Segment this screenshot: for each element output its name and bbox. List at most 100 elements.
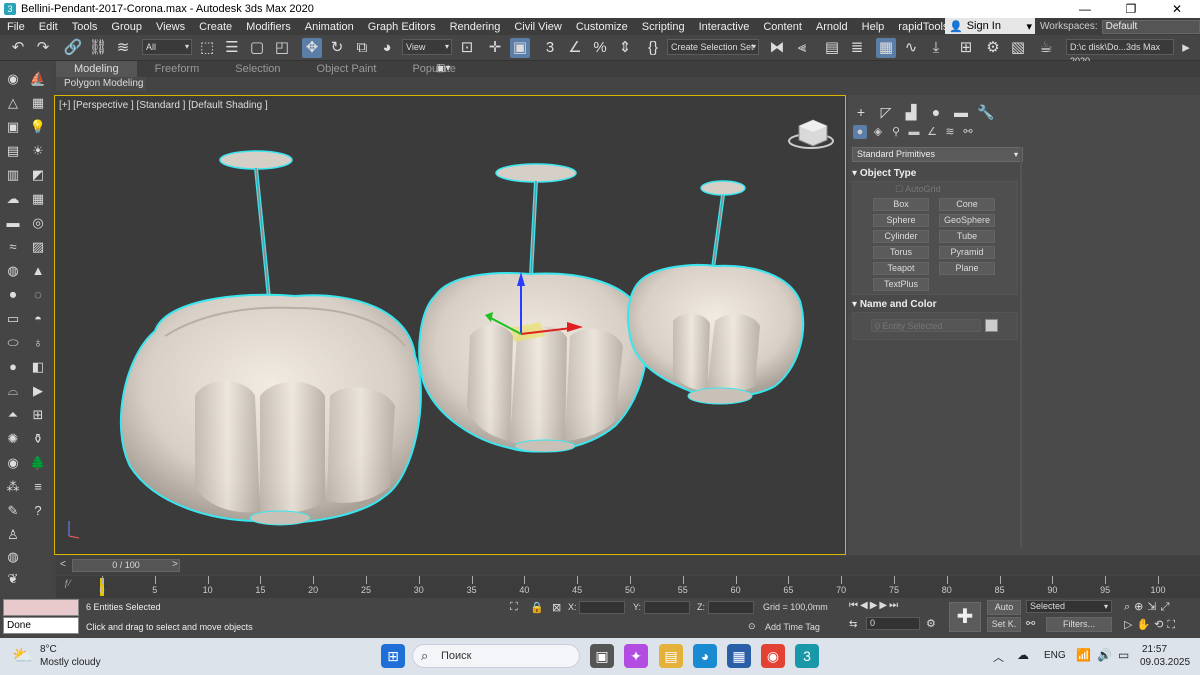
project-folder-icon[interactable]: ▸ — [1176, 38, 1196, 58]
bind-space-warp-icon[interactable]: ≋ — [113, 38, 133, 58]
workspaces-dropdown[interactable]: Default — [1101, 19, 1200, 34]
menu-edit[interactable]: Edit — [32, 21, 65, 33]
create-tube-button[interactable]: Tube — [939, 230, 995, 243]
world-icon[interactable]: ◍ — [3, 547, 23, 567]
language-indicator[interactable]: ENG — [1044, 650, 1066, 661]
search-box[interactable]: ⌕ Поиск — [412, 644, 580, 668]
menu-create[interactable]: Create — [192, 21, 239, 33]
stack-icon[interactable]: ▤ — [3, 141, 23, 161]
viewport-navigation-controls-2[interactable]: ▷✋⟲⛶ — [1124, 618, 1179, 632]
ribbon-tab-object-paint[interactable]: Object Paint — [299, 61, 395, 77]
sun-icon[interactable]: ☀ — [28, 141, 48, 161]
wave-icon[interactable]: ≈ — [3, 237, 23, 257]
render-production-icon[interactable]: ☕ — [1036, 38, 1056, 58]
brush-icon[interactable]: ✎ — [3, 501, 23, 521]
teapot-icon[interactable]: ⚱ — [28, 429, 48, 449]
cloud-icon[interactable]: ☁ — [3, 189, 23, 209]
lightbulb-icon[interactable]: 💡 — [28, 117, 48, 137]
shapes-icon[interactable]: ◈ — [871, 125, 885, 139]
select-and-place-icon[interactable]: ◕ — [377, 38, 397, 58]
tray-chevron-icon[interactable]: ︿ — [993, 649, 1004, 665]
menu-scripting[interactable]: Scripting — [635, 21, 692, 33]
keyboard-shortcut-override-icon[interactable]: ▣ — [510, 38, 530, 58]
rendered-frame-window-icon[interactable]: ▧ — [1008, 38, 1028, 58]
hierarchy-tab-icon[interactable]: ▟ — [902, 103, 920, 121]
project-folder-path[interactable]: D:\c disk\Do...3ds Max 2020 — [1066, 39, 1174, 66]
bulb-icon[interactable]: ♁ — [28, 333, 48, 353]
absolute-mode-icon[interactable]: ⊠ — [552, 601, 561, 614]
menu-rendering[interactable]: Rendering — [443, 21, 508, 33]
menu-group[interactable]: Group — [104, 21, 149, 33]
select-by-name-icon[interactable]: ☰ — [222, 38, 242, 58]
create-tab-icon[interactable]: + — [852, 103, 870, 121]
set-key-icon[interactable]: ✚ — [949, 602, 981, 632]
z-coordinate-field[interactable] — [708, 601, 754, 614]
time-tag-icon[interactable]: ⊙ — [748, 621, 756, 632]
create-torus-button[interactable]: Torus — [873, 246, 929, 259]
set-key-button[interactable]: Set K. — [987, 617, 1021, 632]
spinner-snap-icon[interactable]: ⇕ — [615, 38, 635, 58]
trees-icon[interactable]: 🌲 — [28, 453, 48, 473]
record-icon[interactable]: ⏺ — [3, 285, 23, 305]
timeline-track[interactable]: ƒ⁄ 0 5 10 15 20 25 30 35 40 45 50 55 60 65 70 75 80 85 90 9… — [56, 576, 1200, 598]
isolate-icon[interactable]: ⛶ — [510, 601, 518, 614]
geometry-icon[interactable]: ● — [853, 125, 867, 139]
bar-icon[interactable]: ▬ — [3, 213, 23, 233]
menu-arnold[interactable]: Arnold — [809, 21, 855, 33]
leaf-icon[interactable]: ❦ — [3, 569, 23, 589]
perspective-viewport[interactable]: [+] [Perspective ] [Standard ] [Default … — [54, 95, 846, 555]
motion-tab-icon[interactable]: ● — [927, 103, 945, 121]
y-coordinate-field[interactable] — [644, 601, 690, 614]
pendant-lamp-1[interactable] — [119, 150, 422, 526]
align-icon[interactable]: ⫷ — [792, 38, 812, 58]
grid-small-icon[interactable]: ▦ — [28, 189, 48, 209]
curve-editor-icon[interactable]: ∿ — [901, 38, 921, 58]
battery-icon[interactable]: ▭ — [1118, 648, 1129, 662]
object-type-rollout-header[interactable]: ▾ Object Type — [852, 167, 1018, 181]
current-frame-field[interactable]: 0 — [866, 617, 920, 630]
volume-icon[interactable]: 🔊 — [1097, 648, 1112, 662]
cloud-sync-icon[interactable]: ☁ — [1017, 648, 1029, 662]
modify-tab-icon[interactable]: ◸ — [877, 103, 895, 121]
unlink-icon[interactable]: ⛓ — [88, 38, 108, 58]
panel-scrollbar[interactable] — [1020, 147, 1022, 547]
weather-icon[interactable]: ⛅ — [12, 646, 33, 666]
lights-icon[interactable]: ⚲ — [889, 125, 903, 139]
sign-in-button[interactable]: 👤 Sign In ▾ — [945, 18, 1035, 34]
clock-date[interactable]: 09.03.2025 — [1140, 657, 1190, 668]
scatter-icon[interactable]: ⁂ — [3, 477, 23, 497]
select-and-rotate-icon[interactable]: ↻ — [327, 38, 347, 58]
redo-icon[interactable]: ↷ — [33, 38, 53, 58]
menu-interactive[interactable]: Interactive — [692, 21, 757, 33]
select-and-scale-icon[interactable]: ⧉ — [352, 38, 372, 58]
undo-icon[interactable]: ↶ — [8, 38, 28, 58]
helpers-icon[interactable]: ∠ — [925, 125, 939, 139]
menu-civil-view[interactable]: Civil View — [507, 21, 568, 33]
store-icon[interactable]: ▦ — [727, 644, 751, 668]
pendant-lamp-3[interactable] — [627, 180, 805, 405]
hat-icon[interactable]: ⌓ — [3, 381, 23, 401]
ribbon-tab-modeling[interactable]: Modeling — [56, 61, 137, 77]
disc-icon[interactable]: ◍ — [3, 261, 23, 281]
toggle-ribbon-icon[interactable]: ▦ — [876, 38, 896, 58]
selection-filter-dropdown[interactable]: All ▾ — [142, 39, 192, 55]
reference-coordinate-dropdown[interactable]: View ▾ — [402, 39, 452, 55]
sunburst-icon[interactable]: ✺ — [3, 429, 23, 449]
selection-set-dropdown[interactable]: Selected ▾ — [1026, 600, 1112, 613]
menu-animation[interactable]: Animation — [298, 21, 361, 33]
named-selection-set-dropdown[interactable]: Create Selection Set ▾ — [667, 39, 759, 55]
panel-icon[interactable]: ◧ — [28, 357, 48, 377]
maximize-button[interactable]: ❐ — [1108, 2, 1154, 16]
media-icon[interactable]: ▶ — [28, 381, 48, 401]
filters-button[interactable]: Filters... — [1046, 617, 1112, 632]
lock-icon[interactable]: 🔒 — [530, 601, 544, 614]
angle-snap-icon[interactable]: ∠ — [565, 38, 585, 58]
split-icon[interactable]: ⊞ — [28, 405, 48, 425]
viewcube[interactable] — [788, 119, 834, 149]
create-teapot-button[interactable]: Teapot — [873, 262, 929, 275]
box-icon[interactable]: ▣ — [3, 117, 23, 137]
percent-snap-icon[interactable]: % — [590, 38, 610, 58]
create-cylinder-button[interactable]: Cylinder — [873, 230, 929, 243]
create-box-button[interactable]: Box — [873, 198, 929, 211]
menu-customize[interactable]: Customize — [569, 21, 635, 33]
